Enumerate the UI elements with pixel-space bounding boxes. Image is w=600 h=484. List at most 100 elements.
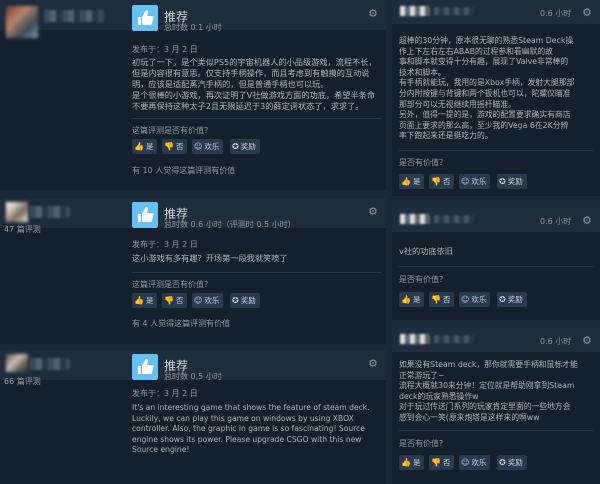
review-card: 66 篇评测 推荐 总时数 0.5 小时 ⚙ 发布于：3 月 2 日 It's …: [0, 350, 386, 484]
author-review-count[interactable]: 66 篇评测: [4, 376, 41, 387]
review-author[interactable]: 66 篇评测: [0, 350, 125, 484]
award-button[interactable]: ✪ 奖励: [497, 292, 527, 307]
vote-funny-button[interactable]: ☺ 欢乐: [459, 455, 491, 470]
review-body: 如果没有Steam deck，那你就需要手柄和鼠标才能 正常游玩了~ 流程大概就…: [399, 360, 599, 424]
review-line: 感到会心一笑(原来炮塔是这样来的啊ww: [399, 412, 540, 422]
thumbs-down-small-icon: 👎: [431, 458, 441, 467]
divider: [399, 430, 593, 431]
vote-yes-label: 是: [145, 296, 154, 305]
award-icon: ✪: [232, 296, 239, 305]
award-button[interactable]: ✪ 奖励: [230, 139, 260, 154]
avatar[interactable]: [400, 6, 430, 16]
review-body: v社的功底依旧: [399, 246, 593, 257]
award-label: 奖励: [507, 295, 523, 304]
review-card: 推荐 总时数 0.1 小时 ⚙ 发布于：3 月 2 日 初玩了一下，是个类似PS…: [0, 0, 386, 190]
review-line: 不要再保持这种太子2且无限延迟于3的薛定谔状态了，求求了。: [132, 101, 364, 111]
award-icon: ✪: [499, 458, 506, 467]
review-line: 明，应该是适配蒸汽手柄的，但是普通手柄也可以玩。: [132, 79, 329, 89]
award-icon: ✪: [232, 142, 239, 151]
review-line: 事和脚本就变得十分有趣，展现了Valve非常棒的: [399, 57, 569, 67]
steam-logo-icon: ⚙: [582, 214, 592, 227]
author-review-count[interactable]: 47 篇评测: [4, 224, 41, 235]
review-line: controller. Also, the graphic in game is…: [132, 424, 365, 433]
vote-funny-button[interactable]: ☺ 欢乐: [192, 293, 224, 308]
vote-yes-button[interactable]: 👍 是: [399, 455, 425, 470]
vote-yes-button[interactable]: 👍 是: [399, 292, 425, 307]
vote-funny-label: 欢乐: [471, 458, 487, 467]
award-button[interactable]: ✪ 奖励: [230, 293, 260, 308]
author-name[interactable]: [434, 7, 474, 15]
vote-no-button[interactable]: 👎 否: [429, 292, 455, 307]
vote-no-label: 否: [442, 458, 451, 467]
author-name[interactable]: [30, 206, 70, 218]
review-line: engine shows its power. Please upgrade C…: [132, 434, 362, 444]
thumbs-up-icon: [132, 354, 158, 380]
author-name[interactable]: [434, 215, 474, 223]
review-line: 技术和脚本。: [399, 67, 446, 77]
review-line: 那部分可以无视继续用摇杆瞄准。: [399, 99, 516, 109]
avatar[interactable]: [400, 214, 430, 224]
award-button[interactable]: ✪ 奖励: [497, 455, 527, 470]
review-author[interactable]: 47 篇评测: [0, 198, 125, 344]
thumbs-down-small-icon: 👎: [164, 296, 174, 305]
review-line: 作上下左右左右ABAB的过程参和看幽默的故: [399, 46, 553, 56]
review-line: 分内附按键与背键和两个扳机也可以，陀螺仪瞄准: [399, 88, 571, 98]
vote-yes-label: 是: [412, 458, 421, 467]
thumbs-down-small-icon: 👎: [164, 142, 174, 151]
vote-no-button[interactable]: 👎 否: [162, 293, 188, 308]
review-body: It's an interesting game that shows the …: [132, 403, 384, 456]
review-card: 47 篇评测 推荐 总时数 0.6 小时（评测时 0.5 小时） ⚙ 发布于：3…: [0, 198, 386, 344]
thumbs-up-icon: [132, 202, 158, 228]
review-line: 如果没有Steam deck，那你就需要手柄和鼠标才能: [399, 360, 578, 369]
vote-yes-button[interactable]: 👍 是: [132, 139, 158, 154]
review-line: 另外，值得一提的是，游戏的配置要求确实有商店: [399, 110, 571, 120]
thumbs-up-small-icon: 👍: [401, 458, 411, 467]
found-helpful-count: 有 10 人觉得这篇评测有价值: [132, 166, 236, 175]
vote-funny-button[interactable]: ☺ 欢乐: [459, 292, 491, 307]
review-line: Source engine!: [132, 445, 190, 454]
divider: [399, 266, 593, 267]
review-body: 这小游戏有多有趣？开场第一段我就笑喷了: [132, 253, 382, 264]
review-line: v社的功底依旧: [399, 246, 453, 256]
vote-no-label: 否: [175, 142, 184, 151]
vote-no-button[interactable]: 👎 否: [429, 174, 455, 189]
vote-no-label: 否: [442, 177, 451, 186]
helpful-question: 是否有价值？: [399, 275, 447, 284]
review-line: It's an interesting game that shows the …: [132, 403, 370, 412]
avatar[interactable]: [6, 354, 28, 372]
play-hours: 0.6 小时: [540, 337, 572, 346]
avatar[interactable]: [6, 6, 38, 38]
review-author[interactable]: [0, 0, 125, 190]
thumbs-up-small-icon: 👍: [401, 177, 411, 186]
thumbs-up-small-icon: 👍: [134, 142, 144, 151]
review-line: 是个很棒的小游戏，再次证明了V社做游戏方面的功底，希望半条命: [132, 90, 376, 100]
avatar[interactable]: [400, 334, 430, 344]
steam-logo-icon: ⚙: [582, 334, 592, 347]
vote-funny-label: 欢乐: [471, 295, 487, 304]
vote-no-button[interactable]: 👎 否: [162, 139, 188, 154]
vote-yes-button[interactable]: 👍 是: [132, 293, 158, 308]
found-helpful-count: 有 4 人觉得这篇评测有价值: [132, 319, 231, 328]
review-line: 超棒的30分钟，原本很无聊的熟悉Steam Deck操: [399, 36, 574, 45]
vote-funny-button[interactable]: ☺ 欢乐: [192, 139, 224, 154]
author-name[interactable]: [434, 335, 474, 343]
award-label: 奖励: [240, 296, 256, 305]
author-name[interactable]: [44, 10, 104, 22]
play-hours: 总时数 0.6 小时（评测时 0.5 小时）: [164, 220, 296, 229]
review-body: 初玩了一下，是个类似PS5的宇宙机器人的小品级游戏，流程不长， 但是内容很有意思…: [132, 57, 382, 112]
author-name[interactable]: [30, 358, 70, 370]
laughing-face-icon: ☺: [461, 177, 470, 186]
review-line: 但是内容很有意思。仅支持手柄操作，而且考虑到有触摸的互动说: [132, 68, 370, 78]
review-line: 页面上要求的那么高，至少我的Vega 6在2K分辨: [399, 120, 569, 130]
award-label: 奖励: [240, 142, 256, 151]
avatar[interactable]: [6, 202, 28, 222]
helpful-question: 是否有价值？: [399, 158, 447, 167]
award-button[interactable]: ✪ 奖励: [497, 174, 527, 189]
review-body: 超棒的30分钟，原本很无聊的熟悉Steam Deck操 作上下左右左右ABAB的…: [399, 36, 599, 142]
vote-funny-button[interactable]: ☺ 欢乐: [459, 174, 491, 189]
vote-no-label: 否: [442, 295, 451, 304]
vote-funny-label: 欢乐: [204, 142, 220, 151]
play-hours: 总时数 0.5 小时: [164, 372, 222, 381]
vote-no-button[interactable]: 👎 否: [429, 455, 455, 470]
vote-yes-button[interactable]: 👍 是: [399, 174, 425, 189]
